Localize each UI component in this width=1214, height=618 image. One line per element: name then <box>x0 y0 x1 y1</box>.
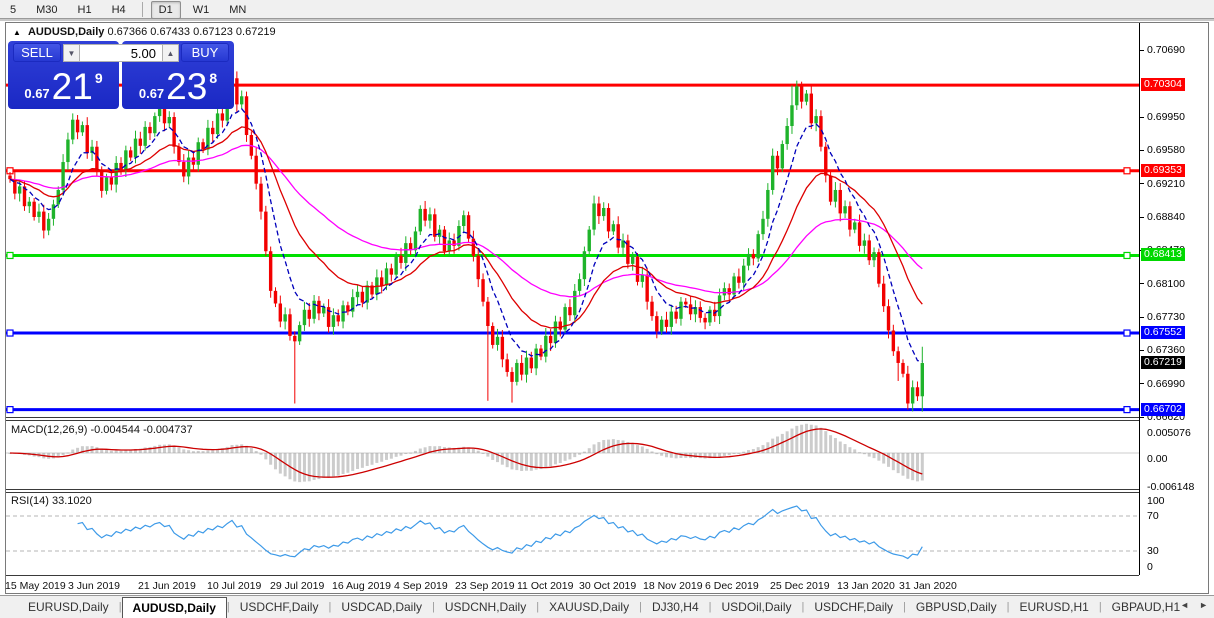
date-tick-label: 21 Jun 2019 <box>138 580 196 592</box>
date-tick-label: 16 Aug 2019 <box>332 580 391 592</box>
date-tick-label: 18 Nov 2019 <box>643 580 703 592</box>
trading-app: 5 M30 H1 H4 D1 W1 MN ▲ AUDUSD,Daily 0.67366 0.… <box>0 0 1214 618</box>
line-anchor-marker <box>1123 406 1131 414</box>
ohlc-values: 0.67366 0.67433 0.67123 0.67219 <box>107 26 276 38</box>
sell-price: 0.67 21 9 <box>24 65 103 107</box>
line-anchor-marker <box>1123 167 1131 175</box>
price-tick: 0.69950 <box>1140 111 1185 123</box>
price-tick: 0.70690 <box>1140 44 1185 56</box>
date-tick-label: 31 Jan 2020 <box>899 580 957 592</box>
chart-tab-gbpusd-daily[interactable]: GBPUSD,Daily <box>906 596 1007 618</box>
date-tick-label: 13 Jan 2020 <box>837 580 895 592</box>
rsi-axis-label: 30 <box>1147 545 1159 557</box>
toolbar-separator <box>141 2 143 17</box>
chart-window: ▲ AUDUSD,Daily 0.67366 0.67433 0.67123 0… <box>5 22 1209 594</box>
timeframe-H4[interactable]: H4 <box>104 1 134 19</box>
line-anchor-marker <box>6 329 14 337</box>
tab-scroll-right-icon[interactable]: ► <box>1199 600 1208 610</box>
timeframe-bar: 5 M30 H1 H4 D1 W1 MN <box>0 0 256 19</box>
level-price-label: 0.67552 <box>1141 326 1185 340</box>
timeframe-5[interactable]: 5 <box>2 1 24 19</box>
buy-button[interactable]: BUY <box>181 43 229 62</box>
line-anchor-marker <box>6 406 14 414</box>
date-tick-label: 10 Jul 2019 <box>207 580 262 592</box>
macd-axis-label: 0.005076 <box>1147 427 1191 440</box>
line-anchor-marker <box>6 251 14 260</box>
chart-tab-audusd-daily[interactable]: AUDUSD,Daily <box>121 597 227 618</box>
ma-mid-line <box>9 126 923 329</box>
sell-button[interactable]: SELL <box>13 43 61 62</box>
date-tick-label: 6 Dec 2019 <box>705 580 759 592</box>
volume-decrease-icon[interactable]: ▼ <box>63 44 80 62</box>
price-tick: 0.66990 <box>1140 378 1185 390</box>
rsi-axis-label: 0 <box>1147 561 1153 573</box>
chart-tab-dj30-h4[interactable]: DJ30,H4 <box>642 596 709 618</box>
date-axis: 15 May 2019 3 Jun 2019 21 Jun 2019 10 Jul 2… <box>5 575 1139 593</box>
price-tick: 0.67730 <box>1140 311 1185 323</box>
date-tick-label: 25 Dec 2019 <box>770 580 830 592</box>
chart-tab-eurusd-daily[interactable]: EURUSD,Daily <box>18 596 119 618</box>
chart-tab-usdcnh-daily[interactable]: USDCNH,Daily <box>435 596 536 618</box>
date-tick-label: 15 May 2019 <box>5 580 66 592</box>
line-anchor-marker <box>1123 329 1131 337</box>
rsi-axis-label: 100 <box>1147 495 1165 507</box>
line-anchor-marker <box>1123 251 1131 260</box>
chart-tab-bar: EURUSD,Daily | AUDUSD,Daily | USDCHF,Daily | U… <box>0 595 1214 618</box>
date-tick-label: 4 Sep 2019 <box>394 580 448 592</box>
level-price-label: 0.70304 <box>1141 78 1185 92</box>
price-tick: 0.68100 <box>1140 278 1185 290</box>
macd-axis-label: -0.006148 <box>1147 481 1195 493</box>
macd-label: MACD(12,26,9) -0.004544 -0.004737 <box>11 424 193 436</box>
current-price-label: 0.67219 <box>1141 356 1185 370</box>
buy-price: 0.67 23 8 <box>138 65 218 107</box>
chart-tab-usdoil-daily[interactable]: USDOil,Daily <box>711 596 801 618</box>
rsi-pane[interactable] <box>6 493 1139 575</box>
one-click-trade-panel: SELL 0.67 21 9 BUY 0.67 23 8 ▼ 5.00 ▲ <box>8 41 234 109</box>
symbol-label: AUDUSD,Daily <box>27 26 105 38</box>
ma-slow-line <box>9 144 923 298</box>
level-price-label: 0.68413 <box>1141 248 1185 262</box>
level-price-label: 0.66702 <box>1141 402 1185 416</box>
timeframe-M30[interactable]: M30 <box>28 1 65 19</box>
price-tick: 0.67360 <box>1140 344 1185 356</box>
date-tick-label: 23 Sep 2019 <box>455 580 515 592</box>
chart-tab-gbpaud-h1[interactable]: GBPAUD,H1 <box>1102 596 1190 618</box>
timeframe-D1[interactable]: D1 <box>150 0 181 19</box>
date-tick-label: 3 Jun 2019 <box>68 580 120 592</box>
rsi-chart-canvas[interactable] <box>6 493 1139 575</box>
price-tick: 0.68840 <box>1140 211 1185 223</box>
chart-tab-usdchf-daily[interactable]: USDCHF,Daily <box>230 596 329 618</box>
volume-spinner: ▼ 5.00 ▲ <box>63 44 179 62</box>
date-tick-label: 30 Oct 2019 <box>579 580 637 592</box>
chart-symbol-title: ▲ AUDUSD,Daily 0.67366 0.67433 0.67123 0… <box>13 26 276 38</box>
date-tick-label: 29 Jul 2019 <box>270 580 325 592</box>
timeframe-toolbar: 5 M30 H1 H4 D1 W1 MN <box>0 0 1214 21</box>
price-axis: 0.70690 0.69950 0.69580 0.69210 0.68840 0.684… <box>1139 23 1208 575</box>
chart-tab-xauusd-daily[interactable]: XAUUSD,Daily <box>539 596 639 618</box>
price-tick: 0.69580 <box>1140 144 1185 156</box>
collapse-triangle-icon[interactable]: ▲ <box>13 28 21 37</box>
tab-scroll-left-icon[interactable]: ◄ <box>1180 600 1189 610</box>
tab-scroll-nav: ◄ ► <box>1180 600 1208 610</box>
chart-tab-eurusd-h1[interactable]: EURUSD,H1 <box>1009 596 1098 618</box>
volume-increase-icon[interactable]: ▲ <box>162 44 179 62</box>
chart-tab-usdchf-daily[interactable]: USDCHF,Daily <box>804 596 903 618</box>
rsi-axis-label: 70 <box>1147 510 1159 522</box>
rsi-label: RSI(14) 33.1020 <box>11 495 92 507</box>
timeframe-H1[interactable]: H1 <box>70 1 100 19</box>
date-tick-label: 11 Oct 2019 <box>517 580 574 592</box>
chart-tab-usdcad-daily[interactable]: USDCAD,Daily <box>331 596 432 618</box>
candlestick-series <box>8 67 925 412</box>
timeframe-MN[interactable]: MN <box>221 1 254 19</box>
volume-field[interactable]: 5.00 <box>80 44 162 62</box>
price-tick: 0.69210 <box>1140 178 1185 190</box>
macd-axis-label: 0.00 <box>1147 453 1168 465</box>
level-price-label: 0.69353 <box>1141 163 1185 177</box>
timeframe-W1[interactable]: W1 <box>185 1 218 19</box>
